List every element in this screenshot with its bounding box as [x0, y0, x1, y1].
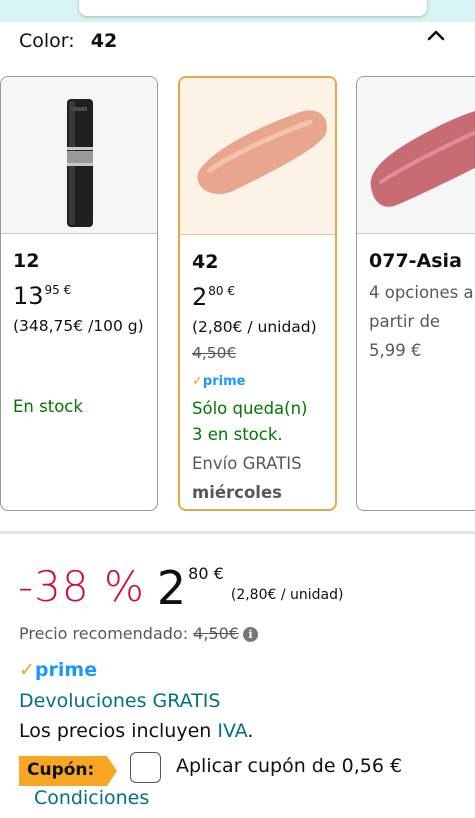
chevron-up-icon[interactable] — [424, 24, 448, 48]
options-line-2: partir de — [369, 312, 441, 331]
variant-card-077-asia[interactable]: 077-Asia 4 opciones a partir de 5,99 € — [356, 76, 475, 511]
price-fraction: 80 € — [188, 564, 224, 583]
options-line-3: 5,99 € — [369, 341, 422, 360]
coupon-checkbox[interactable] — [130, 752, 161, 783]
price-fraction: 95 € — [44, 283, 72, 297]
unit-price: (2,80€ / unidad) — [192, 318, 317, 336]
variant-image-12 — [1, 77, 157, 234]
price-whole: 2 — [156, 561, 187, 615]
options-line-1: 4 opciones a — [369, 283, 474, 302]
unit-price: (2,80€ / unidad) — [230, 587, 344, 603]
shipping: Envío GRATIS — [192, 454, 302, 473]
info-icon[interactable]: i — [242, 627, 258, 642]
unit-price: (348,75€ /100 g) — [13, 317, 144, 335]
color-selector: Color: 42 — [19, 30, 117, 52]
section-divider — [0, 531, 475, 534]
stock-line-2: 3 en stock. — [192, 425, 283, 444]
color-value: 42 — [90, 30, 118, 52]
lipstick-swatch-image — [370, 111, 475, 207]
variant-image-077-asia — [357, 77, 475, 234]
variant-name: 42 — [192, 251, 219, 273]
discount-percent: -38 % — [18, 562, 145, 611]
deal-price: -38 % 2 80 € (2,80€ / unidad) — [18, 558, 344, 615]
coupon-tag-label: Cupón: — [27, 760, 95, 780]
delivery-day: miércoles — [192, 483, 282, 502]
search-field[interactable] — [79, 0, 427, 16]
lipstick-tube-image — [67, 99, 93, 227]
price-fraction: 80 € — [208, 284, 236, 298]
taxes-end: . — [247, 720, 254, 742]
check-icon: ✓ — [19, 659, 35, 681]
availability: En stock — [13, 397, 83, 416]
vat-link[interactable]: IVA — [217, 720, 247, 742]
coupon-text[interactable]: Aplicar cupón de 0,56 € — [176, 755, 402, 777]
taxes-text: Los precios incluyen — [19, 720, 212, 742]
price-whole: 13 — [13, 282, 44, 310]
check-icon: ✓ — [192, 374, 203, 389]
conditions-link[interactable]: Condiciones — [34, 787, 149, 809]
top-bar — [0, 0, 475, 22]
free-returns-link[interactable]: Devoluciones GRATIS — [19, 690, 220, 712]
prime-badge: ✓prime — [192, 374, 246, 389]
list-price: 4,50€ — [192, 344, 237, 362]
recommended-label: Precio recomendado: — [19, 624, 189, 643]
variant-price: 1395 € — [13, 282, 71, 310]
variant-price: 280 € — [192, 283, 235, 311]
stock-line-1: Sólo queda(n) — [192, 399, 308, 418]
prime-badge: ✓prime — [19, 659, 98, 681]
lipstick-swatch-image — [197, 110, 327, 194]
variant-card-42[interactable]: 42 280 € (2,80€ / unidad) 4,50€ ✓prime S… — [178, 76, 337, 511]
price-whole: 2 — [192, 283, 208, 311]
variant-name: 077-Asia — [369, 250, 462, 272]
recommended-price: Precio recomendado: 4,50€ i — [19, 624, 258, 643]
recommended-value: 4,50€ — [193, 624, 239, 643]
coupon-tag: Cupón: — [19, 756, 117, 786]
color-label: Color: — [19, 30, 75, 52]
variant-card-12[interactable]: 12 1395 € (348,75€ /100 g) En stock — [0, 76, 158, 511]
variant-image-42 — [180, 78, 335, 235]
variant-name: 12 — [13, 250, 40, 272]
taxes-note: Los precios incluyen IVA. — [19, 720, 253, 742]
